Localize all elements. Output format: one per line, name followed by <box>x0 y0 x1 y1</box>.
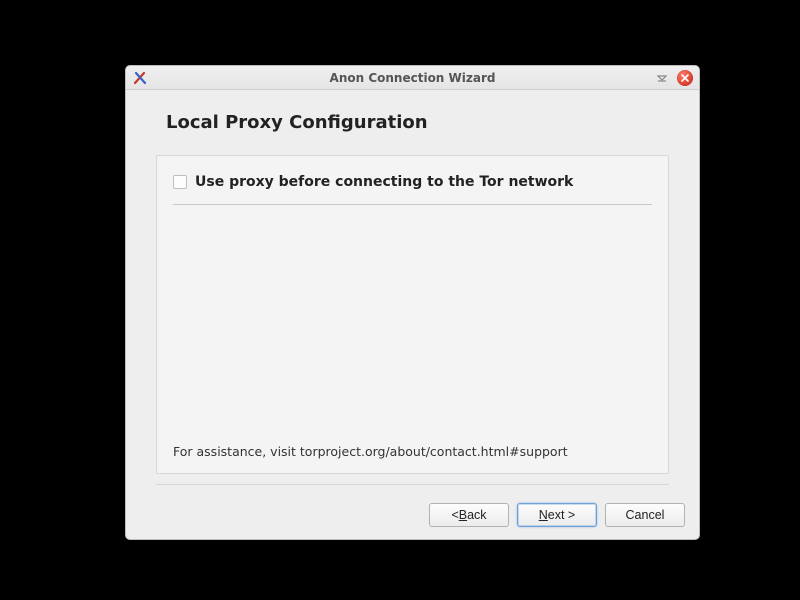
footer-separator <box>156 484 669 485</box>
assistance-text: For assistance, visit torproject.org/abo… <box>173 444 652 459</box>
minimize-icon[interactable] <box>655 71 669 85</box>
page-title: Local Proxy Configuration <box>166 112 669 133</box>
proxy-checkbox-label: Use proxy before connecting to the Tor n… <box>195 174 573 190</box>
button-row: < Back Next > Cancel <box>126 499 699 539</box>
titlebar-buttons <box>655 70 693 86</box>
close-icon[interactable] <box>677 70 693 86</box>
titlebar: Anon Connection Wizard <box>126 66 699 90</box>
next-button[interactable]: Next > <box>517 503 597 527</box>
window-title: Anon Connection Wizard <box>126 71 699 85</box>
panel-body <box>173 205 652 438</box>
wizard-window: Anon Connection Wizard Local Proxy Confi… <box>125 65 700 540</box>
proxy-checkbox-row: Use proxy before connecting to the Tor n… <box>173 174 652 200</box>
proxy-checkbox[interactable] <box>173 175 187 189</box>
content-area: Local Proxy Configuration Use proxy befo… <box>126 90 699 499</box>
back-button[interactable]: < Back <box>429 503 509 527</box>
cancel-button[interactable]: Cancel <box>605 503 685 527</box>
config-panel: Use proxy before connecting to the Tor n… <box>156 155 669 474</box>
app-icon <box>132 70 148 86</box>
